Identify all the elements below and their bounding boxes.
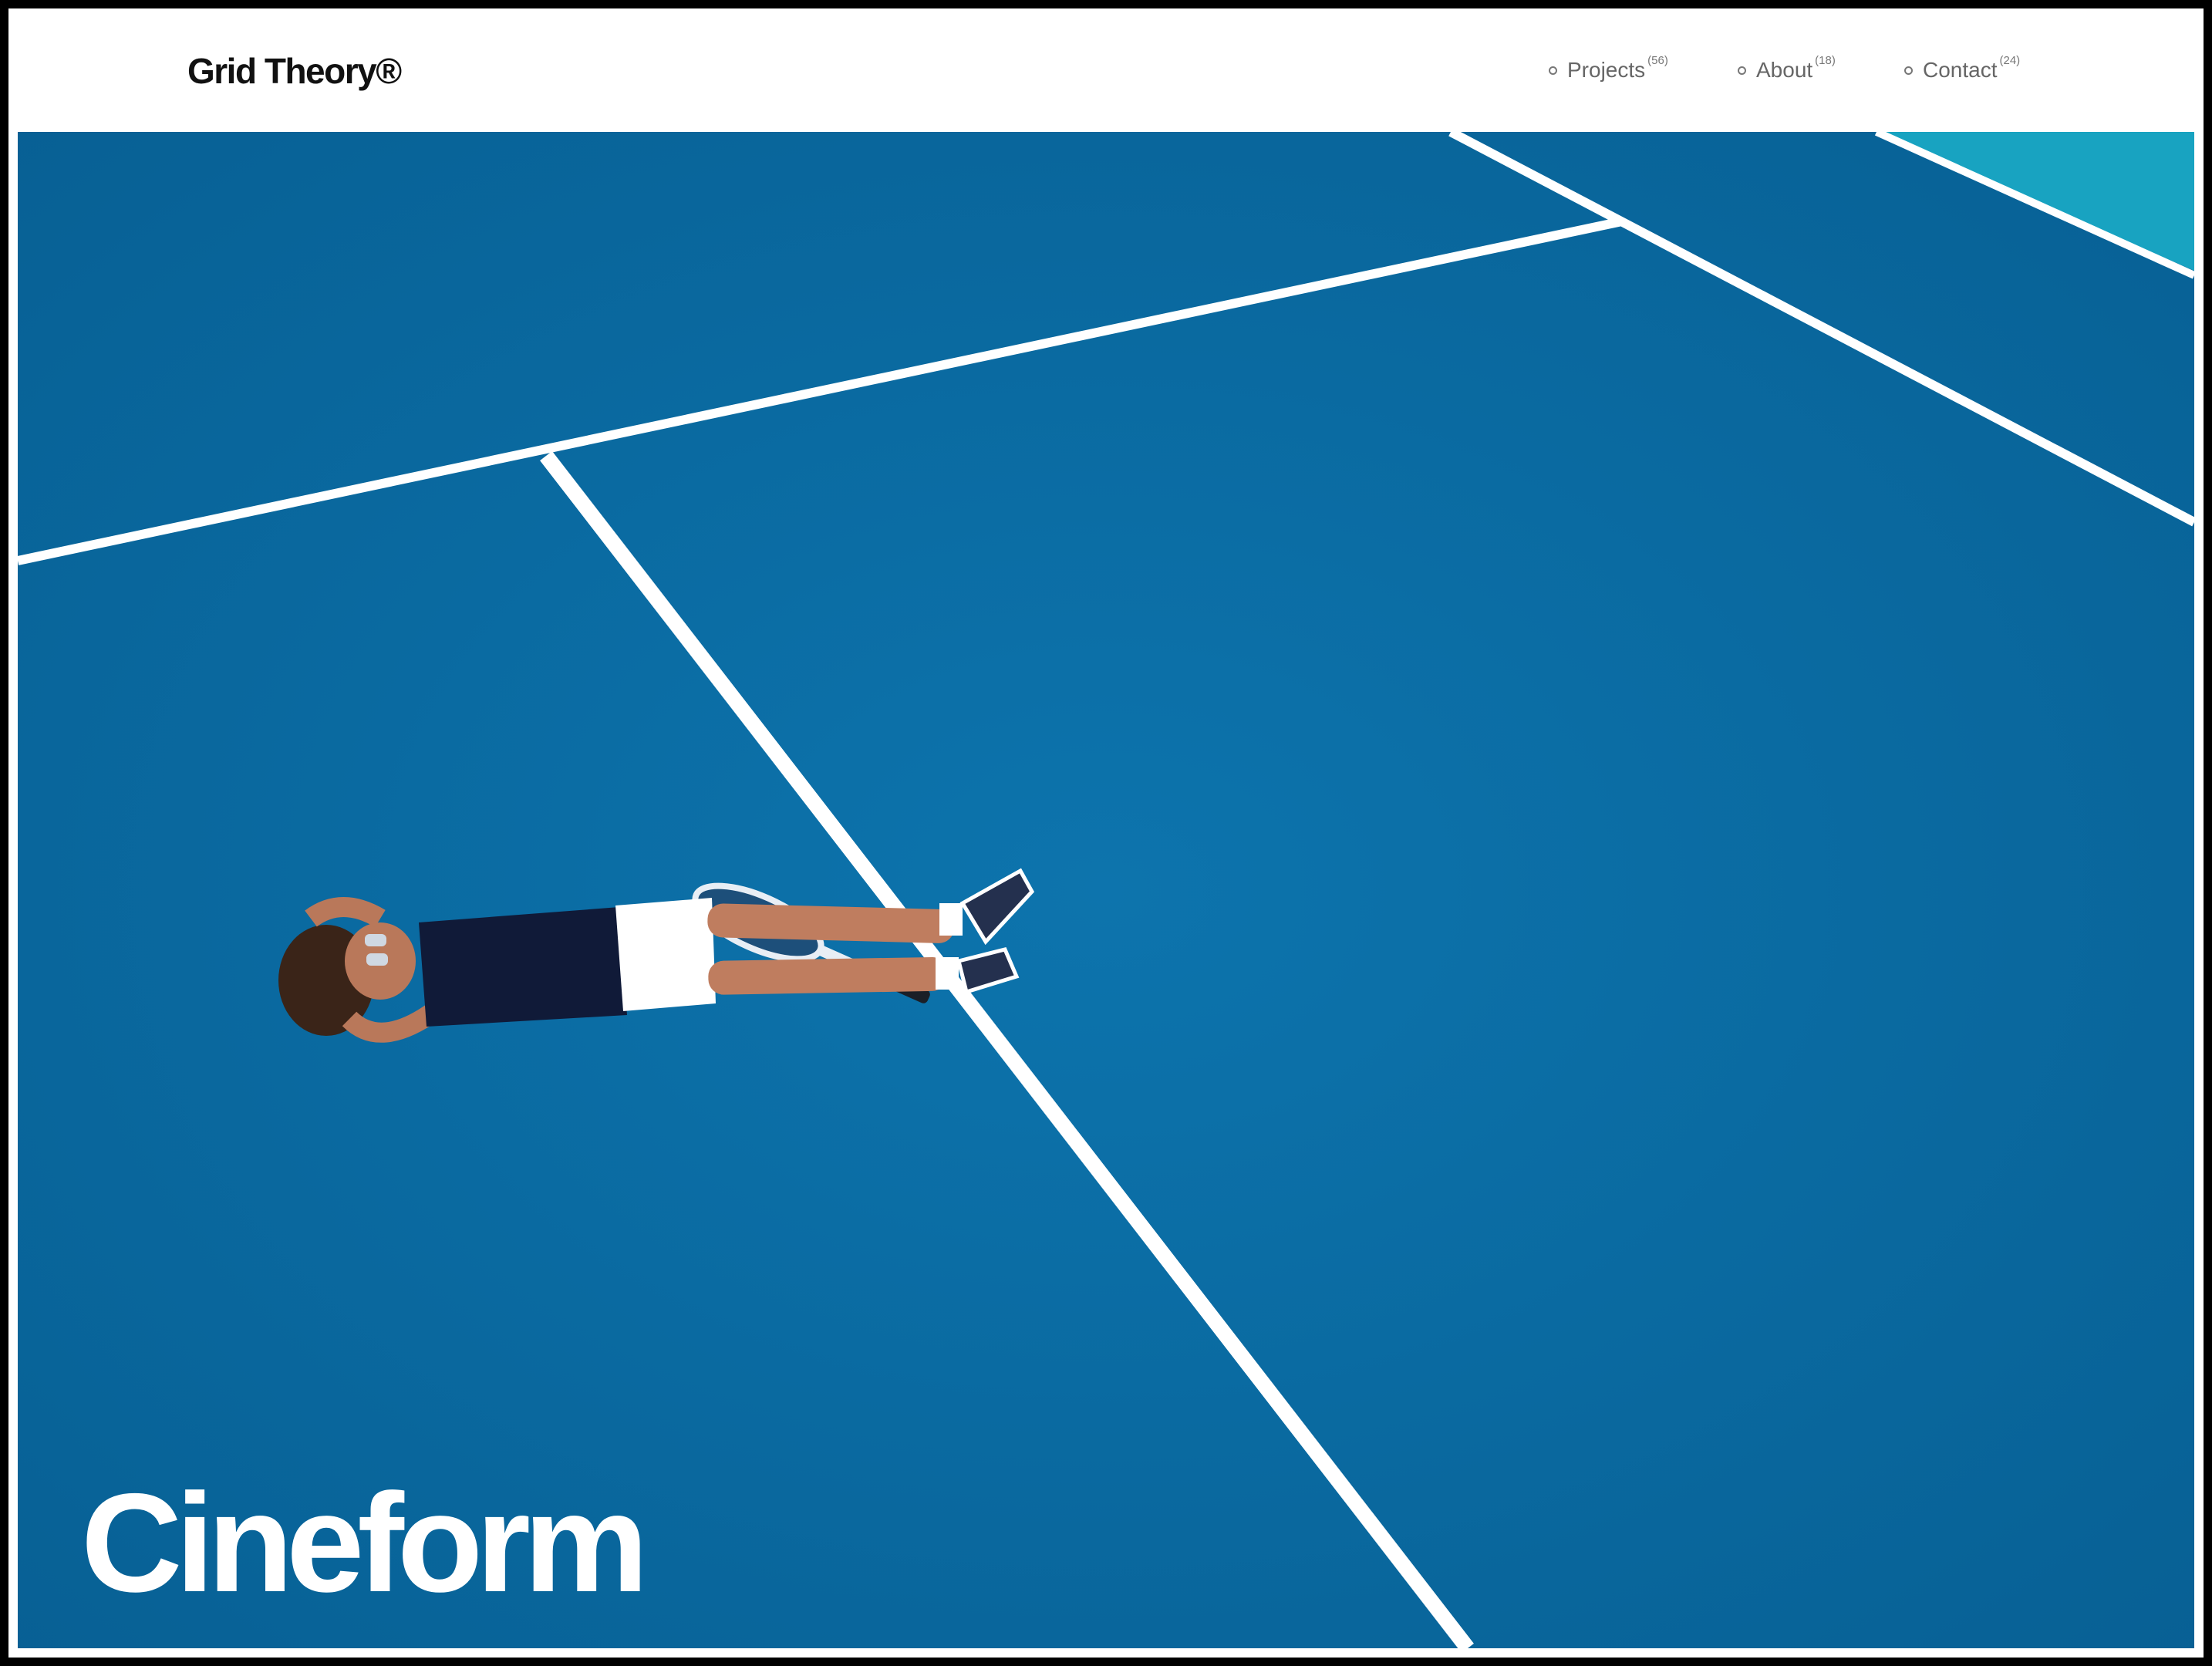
nav-item-projects[interactable]: Projects (56) [1549, 55, 1668, 82]
nav-label: Projects [1567, 58, 1646, 82]
site-header: Grid Theory® Projects (56) About (18) Co… [8, 8, 2204, 132]
nav-label: Contact [1923, 58, 1998, 82]
nav-count: (56) [1647, 54, 1668, 67]
nav-label: About [1756, 58, 1813, 82]
circle-bullet-icon [1738, 66, 1746, 75]
nav-count: (24) [1999, 54, 2021, 67]
circle-bullet-icon [1904, 66, 1913, 75]
nav-item-about[interactable]: About (18) [1738, 55, 1836, 82]
browser-frame: Grid Theory® Projects (56) About (18) Co… [8, 8, 2204, 1658]
hero-image [18, 132, 2194, 1648]
hero-title: Cineform [81, 1464, 649, 1621]
nav-count: (18) [1815, 54, 1836, 67]
main-nav: Projects (56) About (18) Contact (24) [8, 55, 2204, 90]
nav-item-contact[interactable]: Contact (24) [1904, 55, 2020, 82]
hero-slider: Cineform 01 // 06 [18, 132, 2194, 1648]
circle-bullet-icon [1549, 66, 1557, 75]
